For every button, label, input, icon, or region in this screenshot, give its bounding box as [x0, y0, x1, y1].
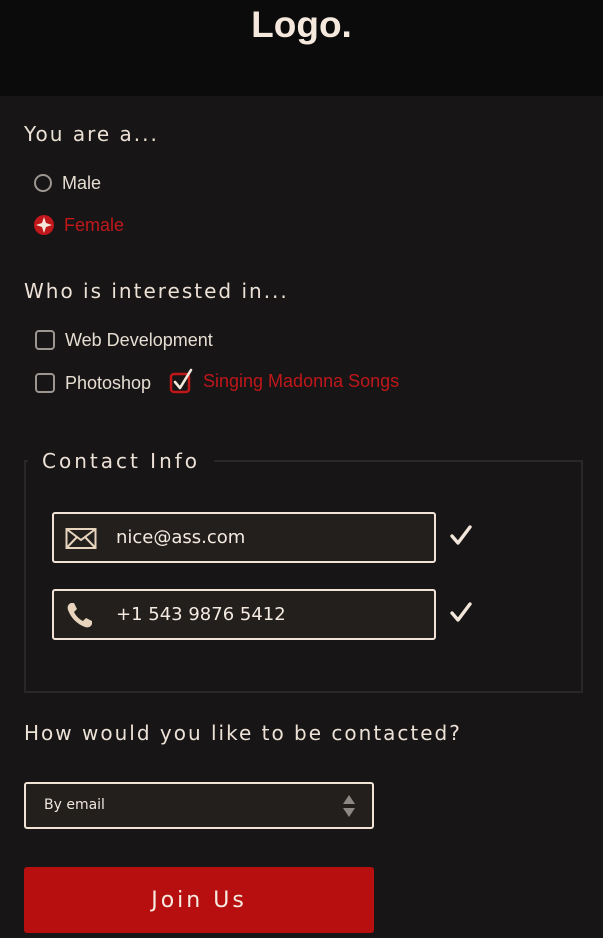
- checkbox-checked-icon[interactable]: [169, 368, 195, 394]
- radio-selected-icon[interactable]: [32, 213, 56, 237]
- checkbox-web-development-label: Web Development: [65, 329, 213, 350]
- select-arrows-icon: [343, 795, 355, 817]
- valid-check-icon: [450, 602, 472, 622]
- checkbox-photoshop-label: Photoshop: [65, 372, 152, 393]
- contact-method-value: By email: [44, 797, 105, 813]
- checkbox-unchecked-icon[interactable]: [35, 330, 55, 350]
- checkbox-singing-madonna-songs[interactable]: Singing Madonna Songs: [169, 368, 400, 394]
- phone-icon: [67, 603, 92, 628]
- valid-check-icon: [450, 525, 472, 545]
- header-bar: Logo.: [0, 0, 603, 96]
- radio-female-label: Female: [64, 214, 125, 235]
- gender-heading: You are a...: [24, 122, 159, 146]
- email-field[interactable]: [52, 512, 436, 563]
- phone-input[interactable]: [116, 591, 416, 638]
- contact-info-legend: Contact Info: [28, 450, 215, 472]
- radio-male[interactable]: Male: [33, 170, 101, 196]
- checkbox-photoshop[interactable]: Photoshop: [35, 370, 151, 396]
- radio-male-label: Male: [62, 172, 102, 193]
- logo: Logo.: [251, 4, 352, 45]
- mail-icon: [65, 528, 97, 549]
- contact-method-select[interactable]: By email: [24, 782, 374, 829]
- checkbox-unchecked-icon[interactable]: [35, 373, 55, 393]
- interests-heading: Who is interested in...: [24, 279, 289, 303]
- contact-preference-heading: How would you like to be contacted?: [24, 721, 462, 745]
- phone-field[interactable]: [52, 589, 436, 640]
- contact-info-fieldset: [24, 460, 583, 693]
- radio-unselected-icon[interactable]: [34, 174, 52, 192]
- join-us-button[interactable]: Join Us: [24, 867, 374, 933]
- checkbox-web-development[interactable]: Web Development: [35, 327, 213, 353]
- radio-female[interactable]: Female: [32, 212, 124, 238]
- checkbox-singing-madonna-songs-label: Singing Madonna Songs: [203, 370, 400, 391]
- email-input[interactable]: [116, 514, 416, 561]
